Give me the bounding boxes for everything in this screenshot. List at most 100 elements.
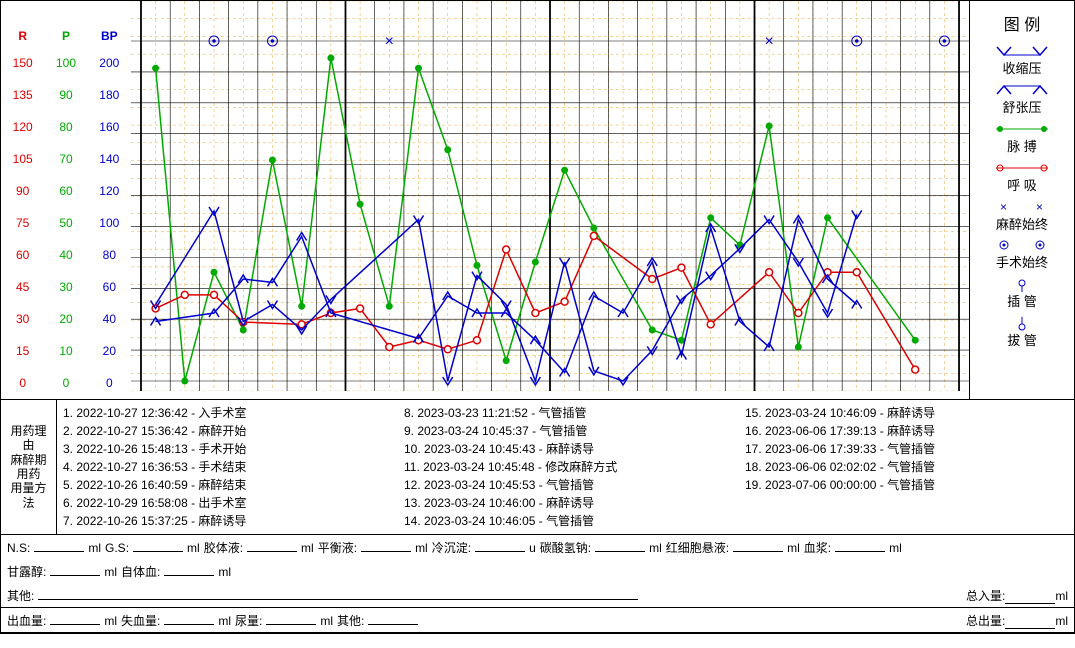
fluid-input[interactable] <box>164 562 214 576</box>
svg-text:×: × <box>1000 201 1007 213</box>
fluid-label: N.S: <box>7 541 30 555</box>
total-out[interactable] <box>1005 615 1055 629</box>
fluid-label: G.S: <box>105 541 129 555</box>
event-column: 1. 2022-10-27 12:36:42 - 入手术室2. 2022-10-… <box>63 404 386 530</box>
fluid-label: 红细胞悬液: <box>666 539 729 556</box>
events: 用药理由麻醉期用药用量方法 1. 2022-10-27 12:36:42 - 入… <box>1 400 1074 535</box>
event-column: 8. 2023-03-23 11:21:52 - 气管插管9. 2023-03-… <box>404 404 727 530</box>
fluid-label: 血浆: <box>804 539 831 556</box>
tick: 180 <box>88 79 131 111</box>
event-item: 4. 2022-10-27 16:36:53 - 手术结束 <box>63 458 386 476</box>
fluid-input[interactable] <box>50 611 100 625</box>
fluid-label: 碳酸氢钠: <box>540 539 591 556</box>
tick: 40 <box>44 239 87 271</box>
fluid-input[interactable] <box>247 538 297 552</box>
legend-item: 手术始终 <box>974 239 1070 272</box>
fluid-label: 失血量: <box>121 612 160 629</box>
total-in[interactable] <box>1005 590 1055 604</box>
tick: 70 <box>44 143 87 175</box>
event-item: 10. 2023-03-24 10:45:43 - 麻醉诱导 <box>404 440 727 458</box>
tick: 105 <box>1 143 44 175</box>
tick: 160 <box>88 111 131 143</box>
legend-item: 脉 搏 <box>974 123 1070 156</box>
legend-item: 舒张压 <box>974 84 1070 117</box>
svg-text:×: × <box>764 33 773 50</box>
fluid-label: 其他: <box>337 612 364 629</box>
event-item: 17. 2023-06-06 17:39:33 - 气管插管 <box>745 440 1068 458</box>
tick: 15 <box>1 335 44 367</box>
legend-item: ××麻醉始终 <box>974 201 1070 234</box>
tick: 200 <box>88 47 131 79</box>
fluid-input[interactable] <box>50 562 100 576</box>
tick: 120 <box>1 111 44 143</box>
plot-area: ×× <box>131 1 969 391</box>
event-item: 19. 2023-07-06 00:00:00 - 气管插管 <box>745 476 1068 494</box>
tick: 140 <box>88 143 131 175</box>
event-item: 14. 2023-03-24 10:46:05 - 气管插管 <box>404 512 727 530</box>
event-item: 11. 2023-03-24 10:45:48 - 修改麻醉方式 <box>404 458 727 476</box>
tick: 75 <box>1 207 44 239</box>
event-item: 8. 2023-03-23 11:21:52 - 气管插管 <box>404 404 727 422</box>
axis-P: P1009080706050403020100 <box>44 1 87 399</box>
fluid-input[interactable] <box>733 538 783 552</box>
fluid-input[interactable] <box>835 538 885 552</box>
tick: 45 <box>1 271 44 303</box>
legend-item: 呼 吸 <box>974 162 1070 195</box>
fluid-input[interactable] <box>34 538 84 552</box>
event-item: 13. 2023-03-24 10:46:00 - 麻醉诱导 <box>404 494 727 512</box>
event-item: 12. 2023-03-24 10:45:53 - 气管插管 <box>404 476 727 494</box>
fluid-input[interactable] <box>133 538 183 552</box>
event-item: 15. 2023-03-24 10:46:09 - 麻醉诱导 <box>745 404 1068 422</box>
events-side-label: 用药理由麻醉期用药用量方法 <box>1 400 57 534</box>
fluid-input[interactable] <box>38 586 638 600</box>
event-item: 9. 2023-03-24 10:45:37 - 气管插管 <box>404 422 727 440</box>
tick: 100 <box>88 207 131 239</box>
event-item: 6. 2022-10-29 16:58:08 - 出手术室 <box>63 494 386 512</box>
tick: 60 <box>88 271 131 303</box>
anesthesia-record: R1501351201059075604530150 P100908070605… <box>0 0 1075 634</box>
tick: 0 <box>44 367 87 399</box>
legend: 图 例 收缩压舒张压脉 搏呼 吸××麻醉始终手术始终插 管拔 管 <box>969 1 1074 399</box>
tick: 40 <box>88 303 131 335</box>
chart-row: R1501351201059075604530150 P100908070605… <box>1 1 1074 400</box>
fluid-label: 尿量: <box>235 612 262 629</box>
svg-text:×: × <box>385 33 394 50</box>
svg-text:×: × <box>1036 201 1043 213</box>
fluid-input[interactable] <box>595 538 645 552</box>
fluid-label: 冷沉淀: <box>432 539 471 556</box>
tick: 60 <box>44 175 87 207</box>
tick: 20 <box>44 303 87 335</box>
fluid-label: 平衡液: <box>318 539 357 556</box>
event-column: 15. 2023-03-24 10:46:09 - 麻醉诱导16. 2023-0… <box>745 404 1068 530</box>
event-item: 7. 2022-10-26 15:37:25 - 麻醉诱导 <box>63 512 386 530</box>
event-item: 16. 2023-06-06 17:39:13 - 麻醉诱导 <box>745 422 1068 440</box>
tick: 80 <box>88 239 131 271</box>
legend-item: 插 管 <box>974 278 1070 311</box>
tick: 90 <box>44 79 87 111</box>
tick: 120 <box>88 175 131 207</box>
fluid-label: 出血量: <box>7 612 46 629</box>
fluid-input[interactable] <box>361 538 411 552</box>
tick: 100 <box>44 47 87 79</box>
fluid-label: 自体血: <box>121 563 160 580</box>
tick: 20 <box>88 335 131 367</box>
tick: 90 <box>1 175 44 207</box>
fluid-label: 甘露醇: <box>7 563 46 580</box>
event-item: 1. 2022-10-27 12:36:42 - 入手术室 <box>63 404 386 422</box>
tick: 80 <box>44 111 87 143</box>
legend-title: 图 例 <box>974 11 1070 35</box>
tick: 135 <box>1 79 44 111</box>
axis-BP: BP200180160140120100806040200 <box>88 1 131 399</box>
tick: 60 <box>1 239 44 271</box>
tick: 10 <box>44 335 87 367</box>
fluid-input[interactable] <box>475 538 525 552</box>
fluid-input[interactable] <box>266 611 316 625</box>
tick: 30 <box>44 271 87 303</box>
legend-item: 拔 管 <box>974 317 1070 350</box>
fluid-input[interactable] <box>164 611 214 625</box>
fluid-label: 胶体液: <box>204 539 243 556</box>
event-item: 3. 2022-10-26 15:48:13 - 手术开始 <box>63 440 386 458</box>
event-item: 18. 2023-06-06 02:02:02 - 气管插管 <box>745 458 1068 476</box>
fluid-input[interactable] <box>368 611 418 625</box>
y-axes: R1501351201059075604530150 P100908070605… <box>1 1 131 399</box>
